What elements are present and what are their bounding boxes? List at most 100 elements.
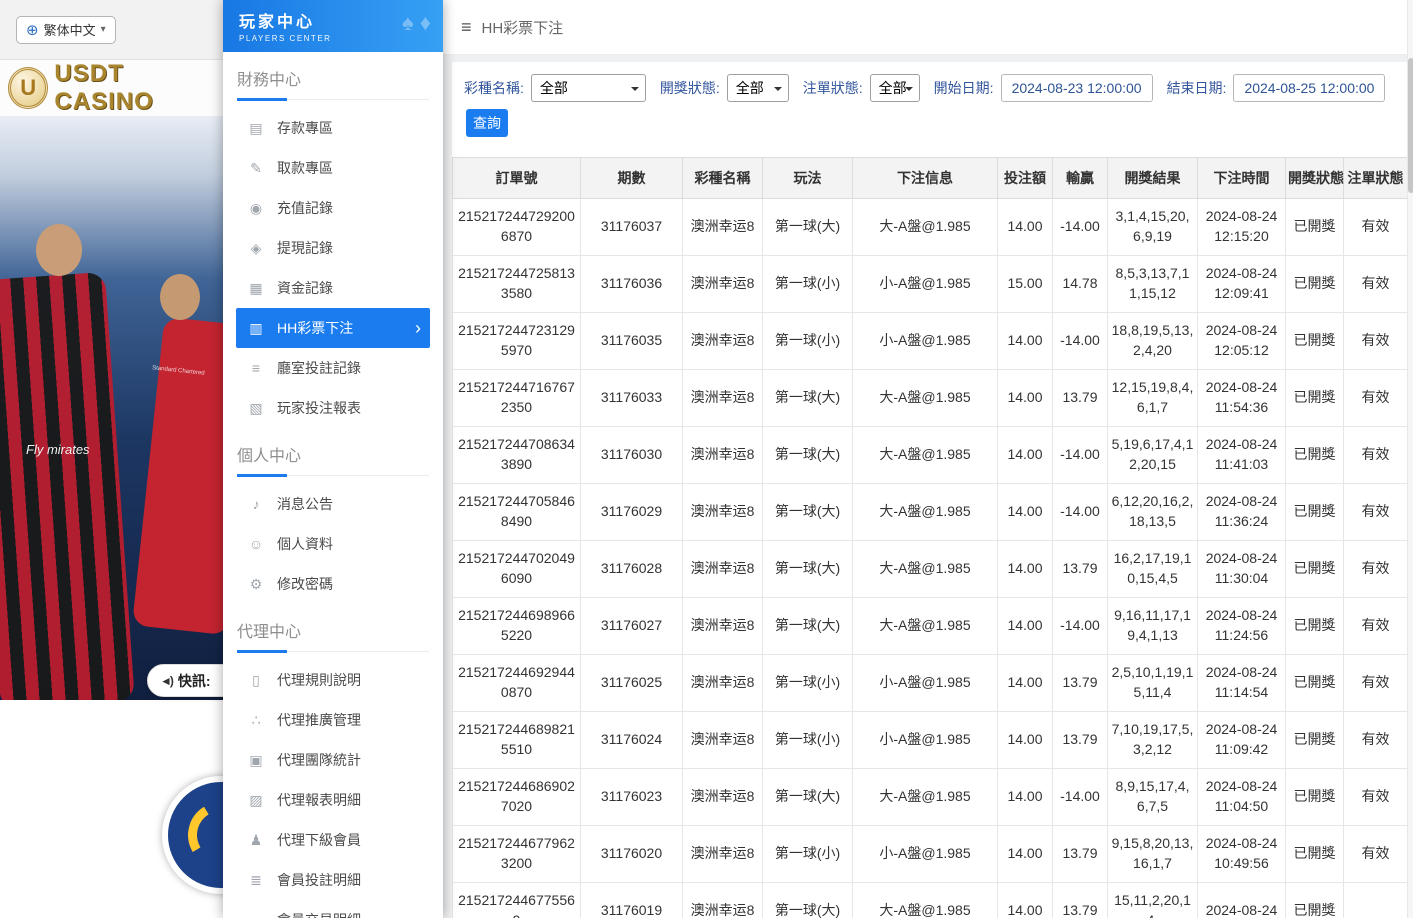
sidebar-item-agent-promotion[interactable]: ∴代理推廣管理 [236,700,430,740]
table-cell: 第一球(大) [763,883,853,918]
sidebar-item-label: 資金記錄 [277,278,333,298]
table-cell: 有效 [1344,541,1408,598]
sidebar-item-fund-records[interactable]: ▦資金記錄 [236,268,430,308]
table-cell: 第一球(大) [763,427,853,484]
table-cell: 大-A盤@1.985 [853,370,998,427]
table-cell: 第一球(小) [763,712,853,769]
table-cell: 2152172446929440870 [453,655,581,712]
member-bet-detail-icon: ≣ [248,872,264,889]
table-cell: 31176028 [581,541,683,598]
profile-icon: ☺ [248,536,264,552]
scrollbar-thumb[interactable] [1408,58,1413,193]
table-cell: 14.00 [998,541,1053,598]
table-cell: 澳洲幸运8 [683,712,763,769]
column-header: 投注額 [998,158,1053,199]
table-cell: 8,5,3,13,7,11,15,12 [1108,256,1198,313]
hero-photo: Fly mirates Standard Chartered [0,116,223,700]
table-cell: 13.79 [1053,655,1108,712]
page-title: HH彩票下注 [482,17,564,38]
sidebar-item-change-password[interactable]: ⚙修改密碼 [236,564,430,604]
hero-player-head [36,224,82,276]
news-ticker[interactable]: ◄) 快訊: [147,664,223,697]
end-date-input[interactable]: 2024-08-25 12:00:00 [1233,74,1385,102]
table-row: 215217244677962320031176020澳洲幸运8第一球(小)小-… [453,826,1408,883]
table-cell: 第一球(大) [763,484,853,541]
table-row: 215217244677556931176019澳洲幸运8第一球(大)大-A盤@… [453,883,1408,918]
sidebar-item-agent-sub-members[interactable]: ♟代理下級會員 [236,820,430,860]
sidebar-header: 玩家中心 PLAYERS CENTER ♠ ♦ [223,0,443,52]
table-cell: -14.00 [1053,598,1108,655]
table-cell: 第一球(大) [763,769,853,826]
table-cell: 7,10,19,17,5,3,2,12 [1108,712,1198,769]
agent-report-detail-icon: ▨ [248,792,264,809]
agent-promotion-icon: ∴ [248,712,264,729]
site-logo[interactable]: U USDT CASINO [0,60,223,116]
sidebar-item-hh-lottery-bets[interactable]: ▥HH彩票下注› [236,308,430,348]
table-row: 215217244702049609031176028澳洲幸运8第一球(大)大-… [453,541,1408,598]
table-cell: 小-A盤@1.985 [853,712,998,769]
hero-jersey-text: Fly mirates [26,442,90,458]
sidebar-item-label: 修改密碼 [277,574,333,594]
table-cell: 第一球(小) [763,826,853,883]
speaker-icon: ◄) [160,674,172,688]
table-cell: 18,8,19,5,13,2,4,20 [1108,313,1198,370]
room-bet-records-icon: ≡ [248,360,264,376]
sidebar-item-room-bet-records[interactable]: ≡廳室投註記錄 [236,348,430,388]
table-cell: 2024-08-24 11:41:03 [1198,427,1286,484]
sidebar-item-profile[interactable]: ☺個人資料 [236,524,430,564]
sidebar-item-player-bet-report[interactable]: ▧玩家投注報表 [236,388,430,428]
sidebar-item-recharge-records[interactable]: ◉充值記錄 [236,188,430,228]
query-button[interactable]: 查詢 [466,109,508,137]
start-date-value: 2024-08-23 12:00:00 [1012,80,1142,96]
table-cell: 有效 [1344,199,1408,256]
sidebar-item-deposit-zone[interactable]: ▤存款專區 [236,108,430,148]
table-cell: 2024-08-24 11:30:04 [1198,541,1286,598]
table-cell: 澳洲幸运8 [683,427,763,484]
sidebar-item-label: 代理下級會員 [277,830,361,850]
table-cell: 2024-08-24 12:15:20 [1198,199,1286,256]
scrollbar[interactable] [1407,0,1413,918]
table-cell: 第一球(小) [763,256,853,313]
table-row: 215217244716767235031176033澳洲幸运8第一球(大)大-… [453,370,1408,427]
language-selector[interactable]: ⊕ 繁体中文 ▾ [16,16,116,44]
sidebar-item-member-transaction-detail[interactable]: ▭會員交易明細 [236,900,430,918]
sidebar-item-member-bet-detail[interactable]: ≣會員投註明細 [236,860,430,900]
table-cell: 小-A盤@1.985 [853,655,998,712]
main-content: ≡ HH彩票下注 彩種名稱: 全部 開獎狀態: 全部 注單狀態: 全部 開始日期… [443,0,1407,918]
table-cell: 第一球(大) [763,541,853,598]
table-cell: 9,15,8,20,13,16,1,7 [1108,826,1198,883]
sidebar-item-label: 代理報表明細 [277,790,361,810]
sidebar-item-announcements[interactable]: ♪消息公告 [236,484,430,524]
start-date-input[interactable]: 2024-08-23 12:00:00 [1001,74,1153,102]
table-cell: 14.00 [998,313,1053,370]
table-cell: -14.00 [1053,313,1108,370]
player-center-sidebar: 玩家中心 PLAYERS CENTER ♠ ♦ 財務中心▤存款專區✎取款專區◉充… [223,0,443,918]
sidebar-item-label: 提現記錄 [277,238,333,258]
sidebar-item-agent-rules[interactable]: ▯代理規則說明 [236,660,430,700]
table-cell: 大-A盤@1.985 [853,484,998,541]
draw-status-select[interactable]: 全部 [727,74,789,102]
table-cell: 大-A盤@1.985 [853,541,998,598]
menu-toggle-icon[interactable]: ≡ [461,17,472,38]
table-cell: 大-A盤@1.985 [853,598,998,655]
table-cell: 2152172447020496090 [453,541,581,598]
order-status-select[interactable]: 全部 [870,74,920,102]
table-cell: 2152172446989665220 [453,598,581,655]
section-title: 個人中心 [237,442,429,476]
sidebar-item-agent-report-detail[interactable]: ▨ 代理報表明細 [236,780,430,820]
lottery-name-select[interactable]: 全部 [531,74,646,102]
hh-lottery-bets-icon: ▥ [248,320,264,337]
sidebar-item-agent-team-stats[interactable]: ▣代理團隊統計 [236,740,430,780]
team-logo-badge [162,776,223,894]
table-cell: 14.00 [998,484,1053,541]
sidebar-item-cashout-records[interactable]: ◈提現記錄 [236,228,430,268]
table-cell: 有效 [1344,256,1408,313]
logo-badge-icon: U [8,67,48,109]
table-cell: -14.00 [1053,199,1108,256]
sidebar-item-withdraw-zone[interactable]: ✎取款專區 [236,148,430,188]
table-cell: 已開獎 [1286,541,1344,598]
table-cell: 小-A盤@1.985 [853,313,998,370]
table-cell: 有效 [1344,769,1408,826]
table-cell: 31176030 [581,427,683,484]
table-row: 215217244698966522031176027澳洲幸运8第一球(大)大-… [453,598,1408,655]
